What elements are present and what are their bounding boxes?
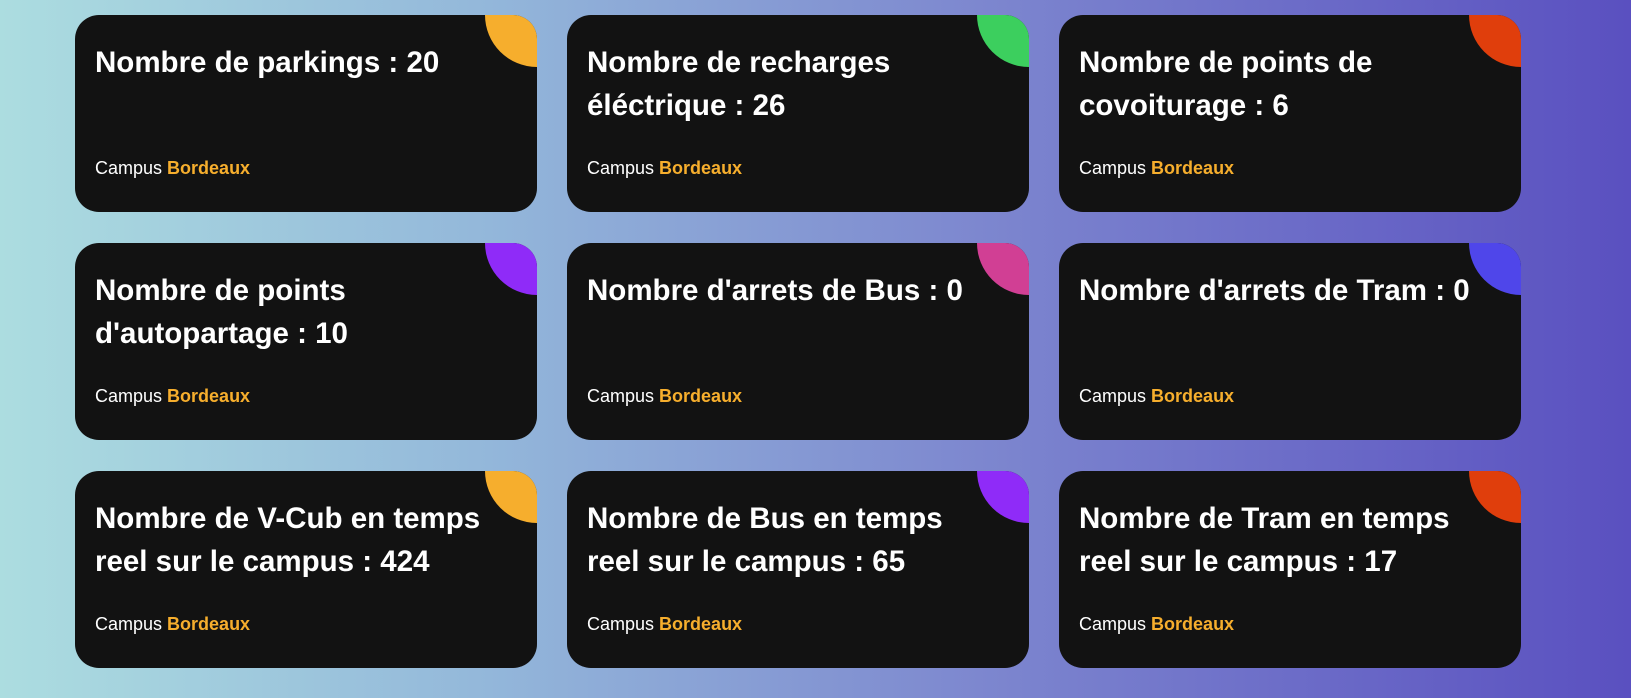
campus-name: Bordeaux bbox=[1151, 386, 1235, 406]
card-footer: Campus Bordeaux bbox=[95, 157, 250, 179]
card-footer: Campus Bordeaux bbox=[1079, 385, 1234, 407]
stat-card-tram-stops[interactable]: Nombre d'arrets de Tram : 0 Campus Borde… bbox=[1059, 243, 1521, 440]
card-footer: Campus Bordeaux bbox=[587, 157, 742, 179]
stat-card-carpooling[interactable]: Nombre de points de covoiturage : 6 Camp… bbox=[1059, 15, 1521, 212]
stat-card-vcub-realtime[interactable]: Nombre de V-Cub en temps reel sur le cam… bbox=[75, 471, 537, 668]
card-title: Nombre de recharges éléctrique : 26 bbox=[587, 46, 891, 122]
campus-label: Campus bbox=[1079, 386, 1147, 406]
campus-label: Campus bbox=[95, 158, 163, 178]
stat-card-electric-charging[interactable]: Nombre de recharges éléctrique : 26 Camp… bbox=[567, 15, 1029, 212]
campus-name: Bordeaux bbox=[167, 614, 251, 634]
campus-label: Campus bbox=[587, 386, 655, 406]
card-title: Nombre de Bus en temps reel sur le campu… bbox=[587, 502, 943, 578]
stats-card-grid: Nombre de parkings : 20 Campus Bordeaux … bbox=[75, 15, 1521, 668]
campus-name: Bordeaux bbox=[659, 158, 743, 178]
card-footer: Campus Bordeaux bbox=[587, 385, 742, 407]
card-title: Nombre de points d'autopartage : 10 bbox=[95, 274, 348, 350]
card-footer: Campus Bordeaux bbox=[95, 613, 250, 635]
card-title: Nombre d'arrets de Tram : 0 bbox=[1079, 274, 1470, 307]
campus-name: Bordeaux bbox=[659, 614, 743, 634]
campus-label: Campus bbox=[1079, 158, 1147, 178]
campus-name: Bordeaux bbox=[1151, 158, 1235, 178]
campus-label: Campus bbox=[95, 386, 163, 406]
stat-card-bus-stops[interactable]: Nombre d'arrets de Bus : 0 Campus Bordea… bbox=[567, 243, 1029, 440]
card-title: Nombre de parkings : 20 bbox=[95, 46, 440, 79]
stat-card-tram-realtime[interactable]: Nombre de Tram en temps reel sur le camp… bbox=[1059, 471, 1521, 668]
card-title: Nombre de points de covoiturage : 6 bbox=[1079, 46, 1373, 122]
campus-name: Bordeaux bbox=[167, 158, 251, 178]
card-footer: Campus Bordeaux bbox=[1079, 157, 1234, 179]
card-title: Nombre d'arrets de Bus : 0 bbox=[587, 274, 963, 307]
card-footer: Campus Bordeaux bbox=[95, 385, 250, 407]
campus-name: Bordeaux bbox=[659, 386, 743, 406]
campus-label: Campus bbox=[587, 158, 655, 178]
campus-name: Bordeaux bbox=[167, 386, 251, 406]
stat-card-parkings[interactable]: Nombre de parkings : 20 Campus Bordeaux bbox=[75, 15, 537, 212]
card-title: Nombre de V-Cub en temps reel sur le cam… bbox=[95, 502, 481, 578]
campus-label: Campus bbox=[587, 614, 655, 634]
card-title: Nombre de Tram en temps reel sur le camp… bbox=[1079, 502, 1450, 578]
campus-label: Campus bbox=[1079, 614, 1147, 634]
card-footer: Campus Bordeaux bbox=[587, 613, 742, 635]
stat-card-bus-realtime[interactable]: Nombre de Bus en temps reel sur le campu… bbox=[567, 471, 1029, 668]
campus-label: Campus bbox=[95, 614, 163, 634]
card-footer: Campus Bordeaux bbox=[1079, 613, 1234, 635]
campus-name: Bordeaux bbox=[1151, 614, 1235, 634]
stat-card-carsharing[interactable]: Nombre de points d'autopartage : 10 Camp… bbox=[75, 243, 537, 440]
